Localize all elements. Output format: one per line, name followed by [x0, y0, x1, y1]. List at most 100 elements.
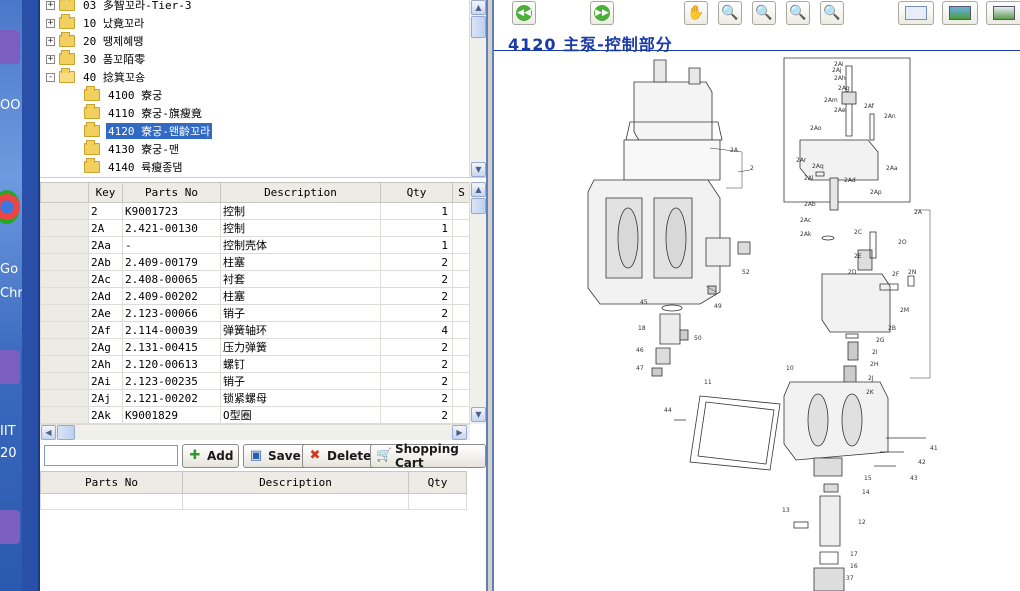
table-row[interactable]: 2Ag 2.131-00415 压力弹簧 2	[40, 338, 471, 356]
table-row[interactable]: 2Aj 2.121-00202 锁紧螺母 2	[40, 389, 471, 407]
save-button[interactable]: ▣ Save	[243, 444, 307, 468]
tree-item[interactable]: 4140 륙瘦종댐	[84, 158, 184, 176]
column-header[interactable]: Parts No	[40, 471, 183, 494]
column-header[interactable]: Qty	[408, 471, 467, 494]
tree-item-label[interactable]: 4140 륙瘦종댐	[106, 159, 184, 175]
row-selector[interactable]	[40, 287, 89, 305]
table-row[interactable]: 2Ad 2.409-00202 柱塞 2	[40, 287, 471, 305]
tree-item-label[interactable]: 30 품꼬陌零	[81, 51, 147, 67]
expand-icon[interactable]: +	[46, 54, 55, 64]
tree-item-label[interactable]: 20 땡제혜땡	[81, 33, 145, 49]
tree-item-label[interactable]: 40 捻箕꼬숑	[81, 69, 147, 85]
column-header[interactable]: Description	[182, 471, 409, 494]
first-page-button[interactable]: ◀◀	[512, 1, 536, 25]
desktop-icon[interactable]	[0, 30, 20, 64]
scroll-left-icon[interactable]: ◀	[41, 425, 56, 440]
tree-item-label[interactable]: 4130 寮궁-맨	[106, 141, 181, 157]
tree-item-label[interactable]: 4110 寮궁-旗瘦竟	[106, 105, 204, 121]
last-page-button[interactable]: ▶▶	[590, 1, 614, 25]
expand-icon[interactable]: +	[46, 0, 55, 10]
scroll-thumb[interactable]	[471, 198, 486, 214]
zoom-window-button[interactable]: 🔍	[718, 1, 742, 25]
tree-item[interactable]: + 20 땡제혜땡	[46, 32, 145, 50]
row-selector[interactable]	[40, 219, 89, 237]
table-row[interactable]: 2Af 2.114-00039 弹簧轴环 4	[40, 321, 471, 339]
scroll-up-icon[interactable]: ▲	[471, 182, 486, 197]
scroll-up-icon[interactable]: ▲	[471, 0, 486, 15]
chrome-icon[interactable]	[0, 190, 20, 224]
pane-splitter[interactable]	[486, 0, 494, 591]
row-selector[interactable]	[40, 338, 89, 356]
tree-item-label[interactable]: 4100 寮궁	[106, 87, 164, 103]
column-header[interactable]: Key	[88, 182, 123, 203]
desktop-icon[interactable]	[0, 510, 20, 544]
exploded-parts-diagram[interactable]: 2 2A 2A 2Aa 2Ab 2Ac 2Ad 2Ae 2Af 2Ag 2Ah …	[494, 52, 1020, 591]
table-row[interactable]: 2Ac 2.408-00065 衬套 2	[40, 270, 471, 288]
row-selector[interactable]	[40, 304, 89, 322]
row-selector[interactable]	[40, 202, 89, 220]
table-row[interactable]: 2Ak K9001829 O型圈 2	[40, 406, 471, 424]
callout-2Ae: 2Ae	[834, 107, 846, 114]
table-row[interactable]: 2Ae 2.123-00066 销子 2	[40, 304, 471, 322]
zoom-out-button[interactable]: 🔍	[820, 1, 844, 25]
expand-icon[interactable]: +	[46, 18, 55, 28]
column-header[interactable]: Qty	[380, 182, 453, 203]
table-row[interactable]: 2 K9001723 控制 1	[40, 202, 471, 220]
table-scrollbar[interactable]: ▲ ▼	[469, 182, 486, 424]
column-header[interactable]: S	[452, 182, 471, 203]
tree-item-label[interactable]: 10 났竟꼬라	[81, 15, 146, 31]
row-selector[interactable]	[40, 253, 89, 271]
scroll-right-icon[interactable]: ▶	[452, 425, 467, 440]
table-row[interactable]	[40, 493, 467, 510]
table-row[interactable]: 2A 2.421-00130 控制 1	[40, 219, 471, 237]
row-selector[interactable]	[40, 236, 89, 254]
tree-item[interactable]: 4110 寮궁-旗瘦竟	[84, 104, 204, 122]
callout-2Ao: 2Ao	[810, 125, 822, 132]
tree-item[interactable]: + 10 났竟꼬라	[46, 14, 146, 32]
expand-icon[interactable]: +	[46, 36, 55, 46]
add-button[interactable]: ✚ Add	[182, 444, 240, 468]
parts-number-input[interactable]	[44, 445, 178, 466]
table-row[interactable]: 2Ab 2.409-00179 柱塞 2	[40, 253, 471, 271]
table-horizontal-scrollbar[interactable]: ◀ ▶	[40, 424, 470, 440]
tree-scrollbar[interactable]: ▲ ▼	[469, 0, 486, 177]
tree-item-label[interactable]: 4120 寮궁-왠齡꼬라	[104, 122, 214, 140]
column-header[interactable]: Description	[220, 182, 381, 203]
row-selector[interactable]	[40, 355, 89, 373]
column-header[interactable]	[40, 182, 89, 203]
tree-item[interactable]: 4130 寮궁-맨	[84, 140, 181, 158]
callout-37: 37	[846, 575, 854, 582]
pan-button[interactable]: ✋	[684, 1, 708, 25]
desktop-icon[interactable]	[0, 350, 20, 384]
copy-image-button[interactable]	[986, 1, 1020, 25]
collapse-icon[interactable]: -	[46, 72, 55, 82]
zoom-in-button[interactable]: 🔍	[752, 1, 776, 25]
tree-item-label[interactable]: 03 多智꼬라-Tier-3	[81, 0, 193, 13]
shopping-cart-button[interactable]: 🛒 Shopping Cart	[370, 442, 486, 470]
scroll-down-icon[interactable]: ▼	[471, 407, 486, 422]
table-row[interactable]: 2Ah 2.120-00613 螺钉 2	[40, 355, 471, 373]
scroll-thumb[interactable]	[57, 425, 75, 440]
tree-item[interactable]: 4100 寮궁	[84, 86, 164, 104]
callout-50: 50	[694, 335, 702, 342]
row-selector[interactable]	[40, 389, 89, 407]
scroll-down-icon[interactable]: ▼	[471, 162, 486, 177]
qty-cell: 2	[380, 389, 453, 407]
row-selector[interactable]	[40, 321, 89, 339]
print-button[interactable]	[898, 1, 934, 25]
row-selector[interactable]	[40, 270, 89, 288]
zoom-fit-button[interactable]: 🔍	[786, 1, 810, 25]
scroll-thumb[interactable]	[471, 16, 486, 38]
column-header[interactable]: Parts No	[122, 182, 221, 203]
export-image-button[interactable]	[942, 1, 978, 25]
tree-item-selected[interactable]: 4120 寮궁-왠齡꼬라	[84, 122, 214, 140]
table-row[interactable]: 2Aa - 控制壳体 1	[40, 236, 471, 254]
category-tree[interactable]: + 03 多智꼬라-Tier-3 + 10 났竟꼬라 + 20 땡제혜땡 + 3…	[40, 0, 486, 178]
row-selector[interactable]	[40, 406, 89, 424]
tree-item[interactable]: - 40 捻箕꼬숑	[46, 68, 147, 86]
tree-item[interactable]: + 30 품꼬陌零	[46, 50, 147, 68]
row-selector[interactable]	[40, 372, 89, 390]
tree-item[interactable]: + 03 多智꼬라-Tier-3	[46, 0, 193, 14]
delete-button[interactable]: ✖ Delete	[302, 444, 378, 468]
table-row[interactable]: 2Ai 2.123-00235 销子 2	[40, 372, 471, 390]
